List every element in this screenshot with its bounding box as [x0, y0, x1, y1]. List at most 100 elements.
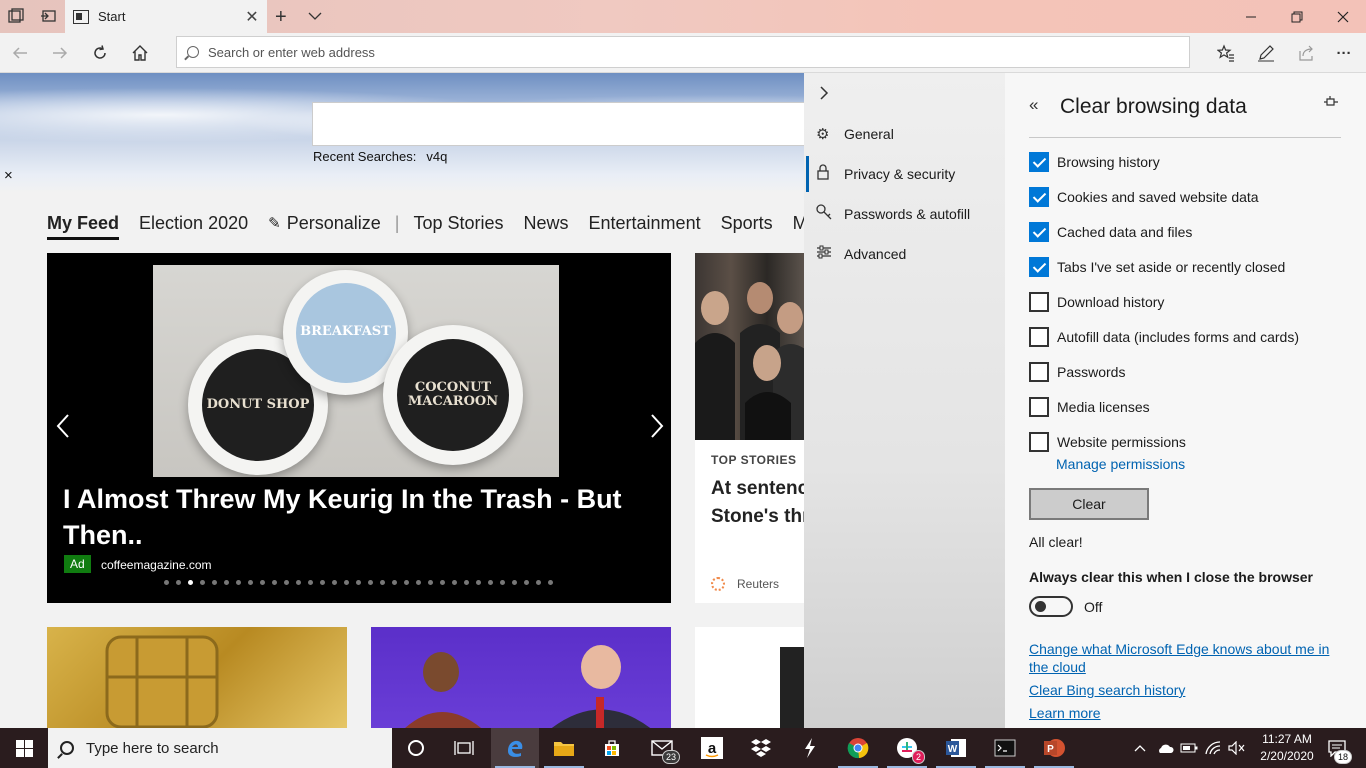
settings-nav-privacy-security[interactable]: Privacy & security [804, 154, 1005, 194]
checkbox-cached-data[interactable]: Cached data and files [1029, 221, 1192, 243]
set-tabs-aside-icon[interactable] [40, 8, 56, 24]
main-story-card[interactable]: DONUT SHOP BREAKFAST COCONUT MACAROON I … [47, 253, 671, 603]
tab-news[interactable]: News [524, 213, 569, 234]
show-hidden-icons-icon[interactable] [1130, 728, 1150, 768]
carousel-dot[interactable] [272, 580, 277, 585]
store-icon[interactable] [588, 728, 636, 768]
carousel-dot[interactable] [404, 580, 409, 585]
carousel-dot[interactable] [212, 580, 217, 585]
new-tab-plus-icon[interactable]: + [275, 6, 291, 28]
tab-sports[interactable]: Sports [721, 213, 773, 234]
carousel-dot[interactable] [380, 580, 385, 585]
checkbox[interactable] [1029, 152, 1049, 172]
carousel-dot[interactable] [296, 580, 301, 585]
taskbar-search[interactable]: Type here to search [48, 728, 392, 768]
carousel-dot[interactable] [164, 580, 169, 585]
notes-pen-icon[interactable] [1254, 41, 1278, 65]
checkbox[interactable] [1029, 187, 1049, 207]
cloud-data-link[interactable]: Change what Microsoft Edge knows about m… [1029, 640, 1339, 676]
carousel-prev-icon[interactable] [55, 413, 71, 446]
story-headline[interactable]: At sentencing, Stone's thr [711, 475, 804, 531]
taskbar-clock[interactable]: 11:27 AM 2/20/2020 [1255, 731, 1319, 765]
lightning-app-icon[interactable] [786, 728, 834, 768]
checkbox-media-licenses[interactable]: Media licenses [1029, 396, 1150, 418]
checkbox[interactable] [1029, 257, 1049, 277]
story-card-partial[interactable] [695, 627, 804, 728]
volume-muted-icon[interactable] [1226, 728, 1248, 768]
checkbox[interactable] [1029, 292, 1049, 312]
cortana-icon[interactable] [392, 728, 440, 768]
settings-nav-general[interactable]: ⚙ General [804, 114, 1005, 154]
settings-nav-passwords-autofill[interactable]: Passwords & autofill [804, 194, 1005, 234]
carousel-dot[interactable] [320, 580, 325, 585]
tab-my-feed[interactable]: My Feed [47, 213, 120, 240]
tab-top-stories[interactable]: Top Stories [413, 213, 503, 234]
tabs-aside-icon[interactable] [8, 8, 24, 24]
dropbox-icon[interactable] [737, 728, 785, 768]
checkbox[interactable] [1029, 327, 1049, 347]
back-double-chevron-icon[interactable]: « [1029, 95, 1038, 115]
story-card-politics[interactable] [371, 627, 671, 728]
carousel-dot[interactable] [368, 580, 373, 585]
carousel-dot[interactable] [392, 580, 397, 585]
file-explorer-icon[interactable] [540, 728, 588, 768]
carousel-dot[interactable] [488, 580, 493, 585]
clear-button[interactable]: Clear [1029, 488, 1149, 520]
favorites-star-icon[interactable] [1214, 41, 1238, 65]
checkbox-browsing-history[interactable]: Browsing history [1029, 151, 1160, 173]
carousel-dot[interactable] [308, 580, 313, 585]
recent-search-item[interactable]: v4q [426, 149, 447, 164]
carousel-dot[interactable] [440, 580, 445, 585]
wifi-icon[interactable] [1203, 728, 1225, 768]
share-icon[interactable] [1294, 41, 1318, 65]
home-button[interactable] [128, 41, 152, 65]
checkbox-cookies[interactable]: Cookies and saved website data [1029, 186, 1259, 208]
word-icon[interactable]: W [932, 728, 980, 768]
carousel-dot[interactable] [356, 580, 361, 585]
carousel-dot[interactable] [188, 580, 193, 585]
chrome-icon[interactable] [834, 728, 882, 768]
checkbox[interactable] [1029, 362, 1049, 382]
settings-nav-advanced[interactable]: Advanced [804, 234, 1005, 274]
clear-bing-history-link[interactable]: Clear Bing search history [1029, 682, 1185, 698]
onedrive-icon[interactable] [1154, 728, 1176, 768]
restore-button[interactable] [1274, 0, 1320, 33]
close-window-button[interactable] [1320, 0, 1366, 33]
carousel-dot[interactable] [512, 580, 517, 585]
carousel-dot[interactable] [344, 580, 349, 585]
address-bar[interactable] [176, 36, 1190, 68]
action-center-icon[interactable]: 18 [1322, 728, 1352, 768]
carousel-dot[interactable] [332, 580, 337, 585]
carousel-dot[interactable] [248, 580, 253, 585]
slack-icon[interactable]: 2 [883, 728, 931, 768]
more-options-icon[interactable]: ··· [1332, 41, 1356, 65]
learn-more-link[interactable]: Learn more [1029, 705, 1101, 721]
tab-election-2020[interactable]: Election 2020 [139, 213, 248, 234]
carousel-dot[interactable] [524, 580, 529, 585]
carousel-dot[interactable] [464, 580, 469, 585]
tab-personalize[interactable]: Personalize [287, 213, 381, 234]
manage-permissions-link[interactable]: Manage permissions [1056, 456, 1185, 472]
carousel-dot[interactable] [260, 580, 265, 585]
side-story-card[interactable]: TOP STORIES At sentencing, Stone's thr R… [695, 253, 804, 603]
pin-icon[interactable] [1323, 95, 1339, 113]
tab-preview-chevron-icon[interactable] [307, 8, 323, 24]
close-tab-icon[interactable]: ✕ [237, 7, 267, 27]
task-view-icon[interactable] [440, 728, 488, 768]
carousel-dot[interactable] [176, 580, 181, 585]
story-card-credit-card[interactable] [47, 627, 347, 728]
back-button[interactable] [8, 41, 32, 65]
edge-icon[interactable] [491, 728, 539, 768]
command-prompt-icon[interactable] [981, 728, 1029, 768]
tab-entertainment[interactable]: Entertainment [589, 213, 701, 234]
carousel-dot[interactable] [500, 580, 505, 585]
carousel-dot[interactable] [536, 580, 541, 585]
start-button[interactable] [0, 728, 48, 768]
forward-button[interactable] [48, 41, 72, 65]
carousel-dot[interactable] [224, 580, 229, 585]
carousel-dot[interactable] [452, 580, 457, 585]
amazon-icon[interactable]: a [688, 728, 736, 768]
bing-search-box[interactable] [312, 102, 804, 146]
checkbox-autofill-data[interactable]: Autofill data (includes forms and cards) [1029, 326, 1299, 348]
tab-start[interactable]: Start ✕ [65, 0, 267, 33]
